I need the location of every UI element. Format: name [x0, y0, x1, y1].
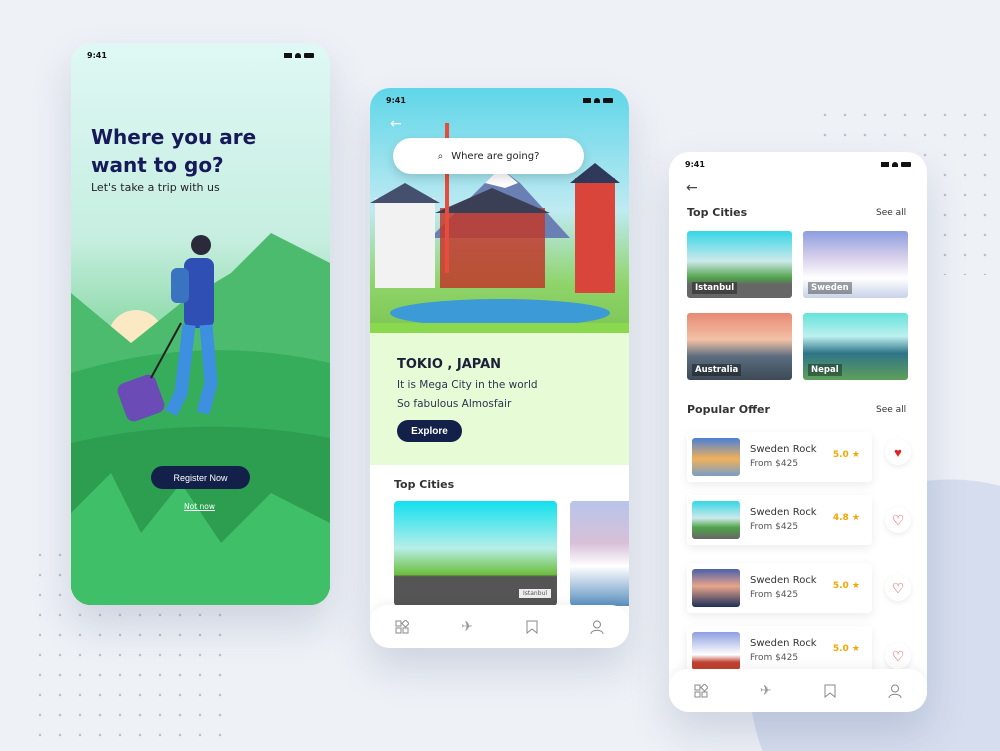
offer-thumbnail	[692, 569, 740, 607]
city-card-sweden[interactable]	[570, 501, 629, 606]
status-bar: 9:41	[685, 160, 911, 169]
search-input[interactable]: ⌕ Where are going?	[393, 138, 584, 174]
destination-panel: TOKIO , JAPAN It is Mega City in the wor…	[370, 333, 629, 465]
see-all-link[interactable]: See all	[876, 405, 906, 415]
section-title: Top Cities	[394, 478, 455, 491]
offer-thumbnail	[692, 632, 740, 670]
user-icon[interactable]	[589, 619, 605, 635]
home-screen: 9:41 ← ⌕ Where are going? TOKIO , JAPAN I…	[370, 88, 629, 648]
back-arrow-icon[interactable]: ←	[390, 116, 402, 132]
favorite-button[interactable]: ♡	[885, 575, 911, 601]
city-tile-nepal[interactable]: Nepal	[803, 313, 908, 380]
not-now-link[interactable]: Not now	[184, 502, 215, 511]
section-title: Top Cities	[687, 206, 748, 219]
section-title: Popular Offer	[687, 403, 770, 416]
subtitle: Let's take a trip with us	[91, 181, 220, 194]
search-icon: ⌕	[437, 150, 444, 162]
user-icon[interactable]	[887, 683, 903, 699]
offer-card[interactable]: Sweden Rock From $425 5.0 ★	[687, 563, 872, 613]
status-bar: 9:41	[87, 51, 314, 60]
grid-icon[interactable]	[693, 683, 709, 699]
tokyo-illustration	[370, 88, 629, 333]
bottom-nav: ✈	[370, 605, 629, 648]
see-all-link[interactable]: See all	[876, 208, 906, 218]
offer-thumbnail	[692, 438, 740, 476]
favorite-button[interactable]: ♡	[885, 643, 911, 669]
plane-icon[interactable]: ✈	[758, 683, 774, 699]
favorite-button[interactable]: ♡	[885, 507, 911, 533]
rating: 5.0 ★	[832, 581, 860, 591]
rating: 5.0 ★	[832, 644, 860, 654]
plane-icon[interactable]: ✈	[459, 619, 475, 635]
register-now-button[interactable]: Register Now	[151, 466, 250, 489]
city-card-istanbul[interactable]: Istanbul	[394, 501, 557, 606]
rating: 5.0 ★	[832, 450, 860, 460]
grid-icon[interactable]	[394, 619, 410, 635]
city-tile-istanbul[interactable]: Istanbul	[687, 231, 792, 298]
bottom-nav: ✈	[669, 669, 927, 712]
favorite-button-filled[interactable]: ♥	[885, 439, 911, 465]
offer-card[interactable]: Sweden Rock From $425 4.8 ★	[687, 495, 872, 545]
offer-thumbnail	[692, 501, 740, 539]
description-line: It is Mega City in the world	[397, 379, 538, 391]
status-bar: 9:41	[386, 96, 613, 105]
signal-icons	[284, 51, 314, 60]
bookmark-icon[interactable]	[822, 683, 838, 699]
rating: 4.8 ★	[832, 513, 860, 523]
page-title: Where you are want to go?	[91, 125, 257, 177]
traveler-illustration	[71, 233, 330, 605]
city-title: TOKIO , JAPAN	[397, 357, 502, 372]
offer-card[interactable]: Sweden Rock From $425 5.0 ★	[687, 432, 872, 482]
cities-screen: 9:41 ← Top Cities See all Istanbul Swede…	[669, 152, 927, 712]
back-arrow-icon[interactable]: ←	[686, 180, 698, 196]
description-line: So fabulous Almosfair	[397, 398, 512, 410]
onboarding-screen: 9:41 Where you are want to go? Let's tak…	[71, 43, 330, 605]
explore-button[interactable]: Explore	[397, 420, 462, 442]
bookmark-icon[interactable]	[524, 619, 540, 635]
city-tile-sweden[interactable]: Sweden	[803, 231, 908, 298]
city-tile-australia[interactable]: Australia	[687, 313, 792, 380]
